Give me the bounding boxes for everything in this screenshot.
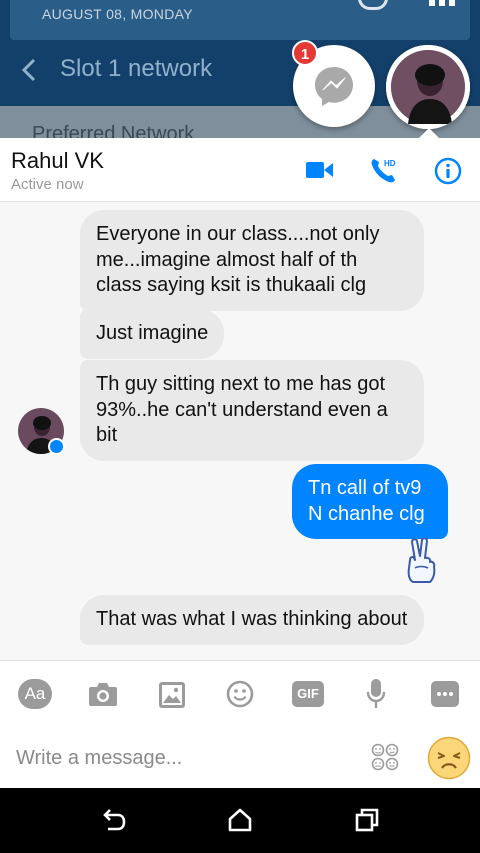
settings-title: Slot 1 network [60,55,213,82]
home-icon[interactable] [228,808,252,832]
android-navigation-bar [0,788,480,853]
message-bubble-incoming[interactable]: That was what I was thinking about [80,595,424,645]
more-options-icon[interactable] [431,681,459,707]
hd-voice-call-icon[interactable]: HD [370,156,400,184]
recents-icon[interactable] [355,808,379,832]
message-bubble-incoming[interactable]: Th guy sitting next to me has got 93%..h… [80,360,424,461]
microphone-icon[interactable] [366,678,386,710]
contact-chat-head[interactable] [386,45,470,129]
hd-label: HD [384,159,396,168]
message-bubble-outgoing[interactable]: Tn call of tv9 N chanhe clg [292,464,448,539]
camera-icon[interactable] [88,681,118,707]
message-composer [0,728,480,788]
gallery-icon[interactable] [158,681,186,709]
message-list[interactable]: Everyone in our class....not only me...i… [0,202,480,660]
avatar [386,45,470,129]
emoji-icon[interactable] [226,680,254,708]
unread-badge: 1 [292,40,318,66]
messenger-badge-icon [48,438,65,455]
peace-hand-icon[interactable] [404,538,440,584]
stickers-icon[interactable] [371,743,399,771]
message-input[interactable] [16,742,346,774]
quick-toggle-icon [358,0,388,10]
signal-bars-icon [429,0,457,6]
date-text: AUGUST 08, MONDAY [42,6,193,22]
text-format-button[interactable]: Aa [18,679,52,709]
contact-name[interactable]: Rahul VK [11,148,104,174]
gif-button[interactable]: GIF [292,681,324,707]
info-icon[interactable] [434,157,462,185]
notification-shade: AUGUST 08, MONDAY [10,0,470,40]
message-bubble-incoming[interactable]: Everyone in our class....not only me...i… [80,210,424,311]
back-arrow-icon [21,58,36,82]
back-icon[interactable] [100,809,126,833]
active-status: Active now [11,176,84,193]
chat-header: Rahul VK Active now HD [0,138,480,202]
message-bubble-incoming[interactable]: Just imagine [80,309,225,359]
messenger-icon [315,67,353,106]
video-call-icon[interactable] [306,160,334,180]
quick-emoji-icon[interactable] [427,736,471,780]
chat-head-pointer [419,128,439,138]
composer-toolbar: Aa GIF [0,660,480,728]
